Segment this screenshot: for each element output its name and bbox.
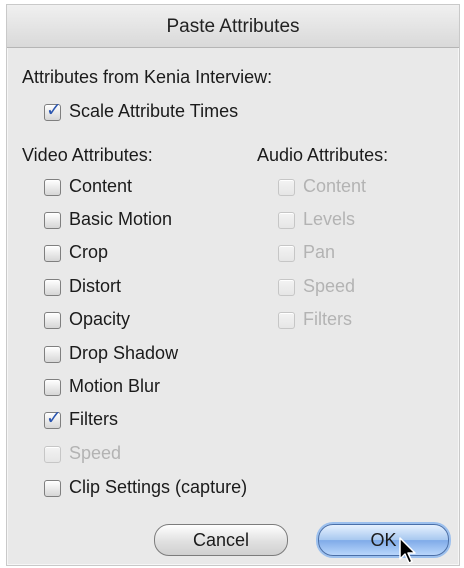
checkmark-icon: ✓ [46,408,62,429]
video-attributes-heading: Video Attributes: [22,145,153,165]
checkbox-box [278,312,295,329]
checkbox-box [44,212,61,229]
checkbox-box [278,245,295,262]
video-opacity-label: Opacity [69,309,131,329]
checkbox-box [44,279,61,296]
checkbox-box [44,346,61,363]
video-content-label: Content [69,176,133,196]
audio-levels-label: Levels [303,209,356,229]
title-bar: Paste Attributes [7,5,459,48]
audio-content-label: Content [303,176,367,196]
video-clip-settings-label: Clip Settings (capture) [69,477,248,497]
audio-filters-label: Filters [303,309,352,329]
checkbox-box [278,279,295,296]
video-speed-label: Speed [69,443,122,463]
video-crop-label: Crop [69,242,109,262]
audio-pan-label: Pan [303,242,336,262]
checkbox-box [44,179,61,196]
checkbox-box [44,446,61,463]
checkbox-box: ✓ [44,408,62,429]
checkbox-box [44,379,61,396]
checkbox-box [44,245,61,262]
cancel-button[interactable]: Cancel [154,524,288,556]
video-filters-label: Filters [69,409,118,429]
arrow-cursor-icon [399,537,416,564]
audio-speed-label: Speed [303,276,356,296]
checkbox-box [278,179,295,196]
audio-attributes-heading: Audio Attributes: [257,145,389,165]
checkbox-box [44,312,61,329]
video-drop-shadow-label: Drop Shadow [69,343,179,363]
video-distort-label: Distort [69,276,122,296]
ok-button[interactable]: OK [318,524,449,556]
scale-attribute-times-label: Scale Attribute Times [69,101,239,121]
paste-attributes-dialog: Paste Attributes Attributes from Kenia I… [6,4,460,566]
checkbox-box: ✓ [44,100,62,121]
dialog-title: Paste Attributes [166,16,300,37]
checkmark-icon: ✓ [46,100,62,121]
video-basic-motion-label: Basic Motion [69,209,173,229]
attributes-source-label: Attributes from Kenia Interview: [22,67,273,87]
video-motion-blur-label: Motion Blur [69,376,161,396]
checkbox-box [44,480,61,497]
checkbox-box [278,212,295,229]
